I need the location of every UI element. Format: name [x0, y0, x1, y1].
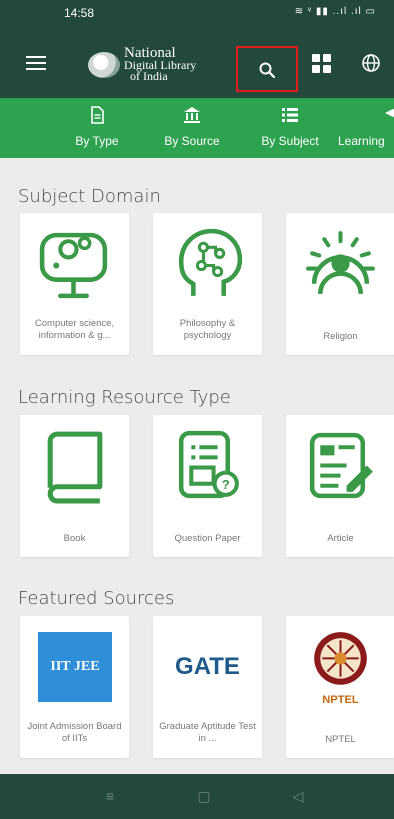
logo-text: IIT JEE	[50, 659, 100, 674]
card-label: Computer science, information & g...	[34, 318, 115, 341]
logo-line-3: of India	[130, 69, 168, 83]
article-icon	[309, 432, 373, 499]
computer-icon	[39, 232, 108, 299]
book-icon	[47, 431, 103, 504]
card-computer-science[interactable]: Computer science, information & g...	[20, 213, 129, 355]
back-icon[interactable]: ◁	[290, 788, 306, 804]
logo-emblem	[88, 52, 120, 78]
section-title-featured-sources: Featured Sources	[18, 588, 175, 609]
recents-icon[interactable]: ≡	[102, 788, 118, 804]
logo-text: National Digital Library of India	[124, 46, 196, 83]
sun-icon	[306, 231, 375, 295]
tab-learning[interactable]: Learning	[334, 98, 394, 158]
card-question-paper[interactable]: ? Question Paper	[153, 415, 262, 557]
nptel-logo: NPTEL	[314, 632, 367, 706]
home-icon[interactable]: ▢	[196, 788, 212, 804]
tab-label: Learning	[338, 134, 385, 148]
svg-text:?: ?	[222, 477, 230, 492]
card-label: Book	[63, 533, 86, 544]
card-gate[interactable]: GATE Graduate Aptitude Test in ...	[153, 616, 262, 758]
section-title-learning-resource-type: Learning Resource Type	[18, 387, 231, 408]
app-bar: National Digital Library of India	[0, 26, 394, 98]
status-indicators: ≋ ᵛ ▮▮ ..ıl .ıl ▭	[294, 6, 376, 17]
iit-jee-logo: IIT JEE	[38, 632, 112, 702]
card-label: Religion	[323, 331, 358, 342]
section-title-subject-domain: Subject Domain	[18, 186, 161, 207]
tab-by-source[interactable]: By Source	[153, 98, 231, 158]
app-logo[interactable]: National Digital Library of India	[88, 44, 228, 88]
search-icon	[259, 62, 276, 79]
tab-label: By Source	[164, 134, 220, 148]
card-label: NPTEL	[325, 734, 356, 745]
card-label: Graduate Aptitude Test in ...	[159, 721, 256, 744]
search-button[interactable]	[236, 46, 298, 92]
card-article[interactable]: Article	[286, 415, 394, 557]
globe-icon[interactable]	[361, 53, 381, 73]
tab-by-subject[interactable]: By Subject	[250, 98, 330, 158]
grid-icon[interactable]	[312, 54, 332, 74]
institution-icon	[184, 107, 200, 123]
card-label: Philosophy & psychology	[179, 318, 236, 341]
menu-icon[interactable]	[26, 56, 46, 70]
gate-logo: GATE	[167, 626, 248, 707]
card-philosophy[interactable]: Philosophy & psychology	[153, 213, 262, 355]
card-religion[interactable]: Religion	[286, 213, 394, 355]
document-icon	[91, 106, 104, 124]
card-label: Joint Admission Board of IITs	[27, 721, 122, 744]
category-tab-bar: By Type By Source By Subject Learning	[0, 98, 394, 158]
status-time: 14:58	[64, 6, 95, 20]
logo-text: GATE	[175, 652, 240, 680]
tab-by-type[interactable]: By Type	[62, 98, 132, 158]
card-nptel[interactable]: NPTEL NPTEL	[286, 616, 394, 758]
card-book[interactable]: Book	[20, 415, 129, 557]
logo-text: NPTEL	[322, 694, 359, 706]
card-label: Article	[327, 533, 354, 544]
status-bar: 14:58 ≋ ᵛ ▮▮ ..ıl .ıl ▭	[0, 0, 394, 26]
card-iit-jee[interactable]: IIT JEE Joint Admission Board of IITs	[20, 616, 129, 758]
tab-label: By Type	[75, 134, 119, 148]
question-paper-icon: ?	[178, 430, 239, 499]
list-icon	[282, 108, 298, 122]
system-nav-bar: ≡ ▢ ◁	[0, 774, 394, 819]
brain-icon	[178, 228, 243, 296]
learning-icon	[384, 109, 394, 117]
card-label: Question Paper	[174, 533, 241, 544]
tab-label: By Subject	[261, 134, 319, 148]
